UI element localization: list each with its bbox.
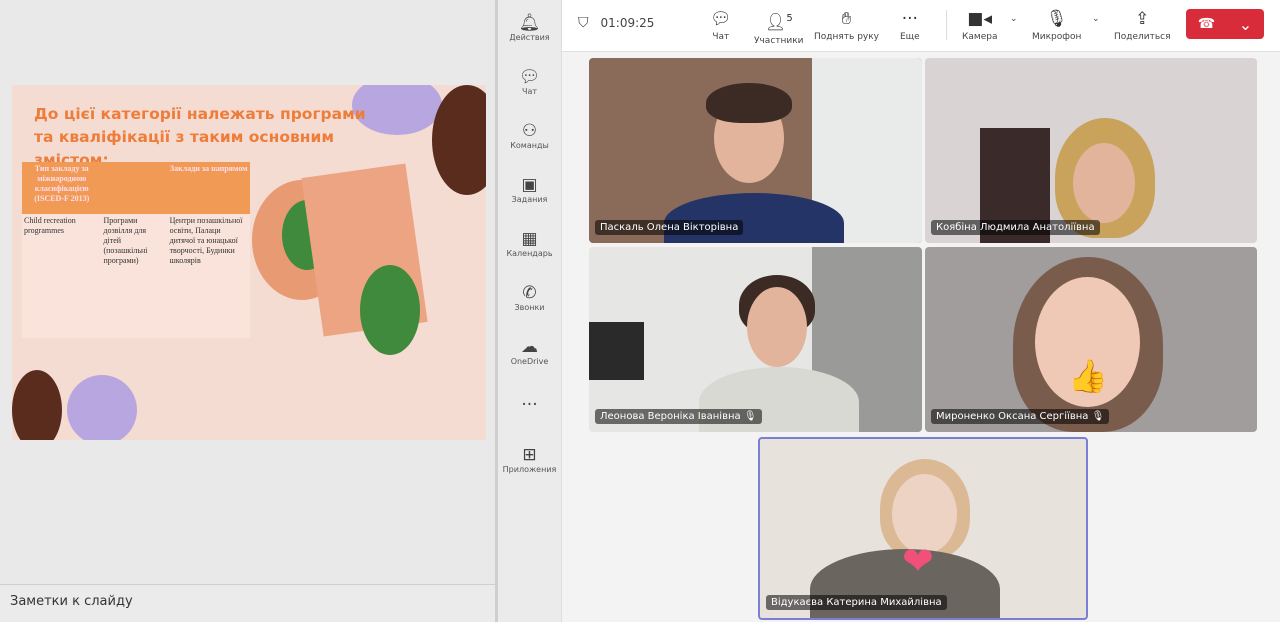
label: Леонова Вероніка Іванівна xyxy=(600,411,741,422)
cloud-icon: ☁ xyxy=(521,336,538,357)
chevron-down-icon: ⌄ xyxy=(1238,14,1253,34)
participant-name: Мироненко Оксана Сергіївна 🎙︎ xyxy=(931,409,1110,424)
label: Участники xyxy=(754,35,804,46)
table-header: Тип закладу за міжнародною класифікацією… xyxy=(22,162,102,214)
rail-item-activity[interactable]: 🔔︎ Действия xyxy=(498,0,561,54)
participant-tile[interactable]: Леонова Вероніка Іванівна 🎙︎ xyxy=(589,247,922,432)
rail-label: Чат xyxy=(521,86,538,96)
more-icon: ··· xyxy=(521,395,538,415)
participant-name: Коябіна Людмила Анатоліївна xyxy=(931,220,1100,235)
chat-icon: 💬︎ xyxy=(518,66,541,87)
chat-button[interactable]: 💬︎ Чат xyxy=(710,6,732,42)
chat-icon: 💬︎ xyxy=(710,9,732,29)
table-cell: Центри позашкільної освіти, Палаци дитяч… xyxy=(167,214,250,338)
share-icon: ⇪ xyxy=(1135,9,1150,29)
rail-item-teams[interactable]: ⚇ Команды xyxy=(498,108,561,162)
more-button[interactable]: ··· Еще xyxy=(900,6,920,42)
label: Мироненко Оксана Сергіївна xyxy=(936,411,1089,422)
rail-item-calendar[interactable]: ▦ Календарь xyxy=(498,216,561,270)
meeting-toolbar: ⛉ 01:09:25 💬︎ Чат 👤︎5 Участники ✋︎ Поднять … xyxy=(562,0,1280,52)
mic-button[interactable]: 🎙︎ Микрофон xyxy=(1032,6,1081,42)
label: Камера xyxy=(962,32,998,42)
share-button[interactable]: ⇪ Поделиться xyxy=(1114,6,1171,42)
participants-button[interactable]: 👤︎5 Участники xyxy=(754,6,804,46)
label: Поднять руку xyxy=(814,32,880,42)
camera-options[interactable]: ⌄ xyxy=(1010,14,1018,24)
rail-label: Задания xyxy=(511,194,548,204)
raise-hand-button[interactable]: ✋︎ Поднять руку xyxy=(814,6,879,42)
label: Чат xyxy=(712,32,730,42)
rail-label: Действия xyxy=(509,32,550,42)
toolbar-divider xyxy=(946,10,947,40)
teams-icon: ⚇ xyxy=(521,120,538,141)
rail-item-chat[interactable]: 💬︎ Чат xyxy=(498,54,561,108)
participant-tile[interactable]: Паскаль Олена Вікторівна xyxy=(589,58,922,243)
more-icon: ··· xyxy=(901,9,918,29)
rail-label: Календарь xyxy=(506,248,553,258)
rail-label: Приложения xyxy=(502,464,557,474)
label: Микрофон xyxy=(1032,32,1082,42)
heart-reaction: ❤ xyxy=(902,539,934,583)
participants-count: 5 xyxy=(786,13,793,24)
microphone-icon: 🎙︎ xyxy=(1045,9,1068,29)
rail-label: OneDrive xyxy=(510,356,549,366)
notes-label: Заметки к слайду xyxy=(10,594,133,609)
thumbs-up-reaction: 👍 xyxy=(1068,357,1108,395)
table-cell: Child recreation programmes xyxy=(22,214,102,338)
bell-icon: 🔔︎ xyxy=(518,12,541,33)
label: Еще xyxy=(900,32,920,42)
label: Поделиться xyxy=(1114,32,1171,42)
mic-muted-icon: 🎙︎ xyxy=(743,411,757,422)
mic-options[interactable]: ⌄ xyxy=(1092,14,1100,24)
rail-item-assignments[interactable]: ▣ Задания xyxy=(498,162,561,216)
decor-leaf xyxy=(67,375,137,440)
phone-icon: ✆ xyxy=(522,282,537,303)
people-icon: 👤︎5 xyxy=(764,12,793,33)
chevron-down-icon: ⌄ xyxy=(1092,14,1100,24)
participant-tile-active[interactable]: ❤ Відукаєва Катерина Михайлівна xyxy=(758,437,1088,620)
rail-item-onedrive[interactable]: ☁ OneDrive xyxy=(498,324,561,378)
hand-icon: ✋︎ xyxy=(841,9,852,29)
slide-table: Тип закладу за міжнародною класифікацією… xyxy=(22,162,250,338)
participant-tile[interactable]: Коябіна Людмила Анатоліївна xyxy=(925,58,1257,243)
slide-notes[interactable]: Заметки к слайду xyxy=(0,584,495,622)
participant-name: Відукаєва Катерина Михайлівна xyxy=(766,595,947,610)
rail-item-more[interactable]: ··· xyxy=(498,378,561,432)
assignments-icon: ▣ xyxy=(521,174,538,195)
shield-icon: ⛉ xyxy=(578,15,589,31)
video-grid: Паскаль Олена Вікторівна Коябіна Людмила… xyxy=(562,52,1280,622)
table-row: Child recreation programmes Програми дозв… xyxy=(22,214,250,338)
participant-name: Паскаль Олена Вікторівна xyxy=(595,220,744,235)
table-header: Заклади за напрямом xyxy=(167,162,250,214)
camera-button[interactable]: ■◂ Камера xyxy=(962,6,997,42)
meeting-timer: 01:09:25 xyxy=(600,16,655,30)
slide-panel: До цієї категорії належать програми та к… xyxy=(0,0,495,622)
camera-icon: ■◂ xyxy=(967,9,993,29)
participant-name: Леонова Вероніка Іванівна 🎙︎ xyxy=(595,409,762,424)
calendar-icon: ▦ xyxy=(521,228,538,249)
mic-muted-icon: 🎙︎ xyxy=(1091,411,1105,422)
decor-leaf xyxy=(12,370,62,440)
rail-label: Команды xyxy=(510,140,549,150)
slide-preview[interactable]: До цієї категорії належать програми та к… xyxy=(12,85,486,440)
chevron-down-icon: ⌄ xyxy=(1010,14,1018,24)
table-cell: Програми дозвілля для дітей (позашкільні… xyxy=(101,214,168,338)
rail-item-apps[interactable]: ⊞ Приложения xyxy=(498,432,561,486)
participant-tile[interactable]: 👍 Мироненко Оксана Сергіївна 🎙︎ xyxy=(925,247,1257,432)
rail-item-calls[interactable]: ✆ Звонки xyxy=(498,270,561,324)
rail-label: Звонки xyxy=(514,302,545,312)
table-header xyxy=(101,162,168,214)
app-rail: 🔔︎ Действия 💬︎ Чат ⚇ Команды ▣ Задания ▦ Кале… xyxy=(498,0,562,622)
hang-up-icon: ☎ xyxy=(1197,16,1216,32)
illustration-person xyxy=(360,265,420,355)
leave-button[interactable]: ☎ ⌄ xyxy=(1186,9,1264,39)
apps-icon: ⊞ xyxy=(522,444,537,465)
